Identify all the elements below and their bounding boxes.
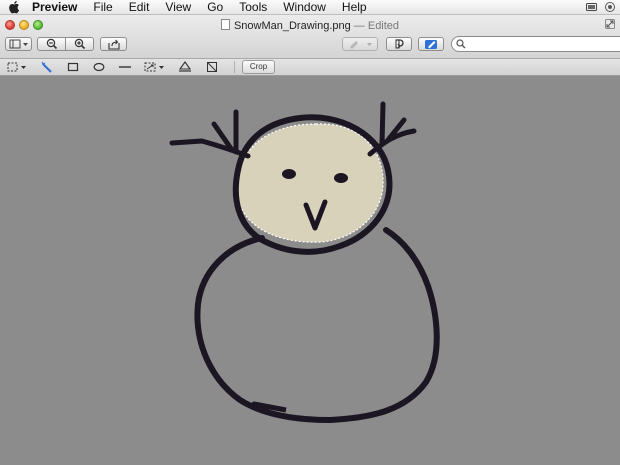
sidebar-view-icon — [9, 39, 28, 49]
document-filename[interactable]: SnowMan_Drawing.png — [234, 20, 351, 32]
markup-toolbar: Crop — [0, 59, 620, 76]
apple-menu-icon[interactable] — [8, 0, 22, 14]
battery-icon[interactable] — [586, 2, 598, 12]
search-field[interactable] — [451, 36, 620, 52]
zoom-in-icon — [74, 38, 85, 50]
menu-bar: Preview File Edit View Go Tools Window H… — [0, 0, 620, 15]
magic-wand-icon — [41, 61, 52, 73]
fullscreen-icon[interactable] — [605, 19, 615, 29]
left-arm — [169, 109, 251, 159]
resize-icon — [144, 62, 164, 72]
search-input[interactable] — [468, 37, 618, 51]
zoom-out-icon — [46, 38, 57, 50]
oval-tool[interactable] — [93, 60, 105, 74]
menu-edit[interactable]: Edit — [129, 0, 150, 14]
document-status: — Edited — [353, 20, 400, 32]
crop-to-fit-tool[interactable] — [206, 60, 218, 74]
markup-toolbox-icon — [425, 40, 437, 49]
right-eye — [334, 173, 348, 183]
rectangle-icon — [67, 62, 79, 72]
rotate-button[interactable] — [386, 37, 412, 51]
menu-tools[interactable]: Tools — [239, 0, 267, 14]
zoom-in-button[interactable] — [65, 37, 94, 51]
line-icon — [119, 66, 131, 68]
zoom-out-button[interactable] — [37, 37, 66, 51]
annotate-button[interactable] — [342, 37, 378, 51]
adjust-color-icon — [178, 61, 192, 72]
menu-extras — [586, 0, 616, 14]
instant-alpha-tool[interactable] — [40, 60, 54, 74]
left-eye — [282, 169, 296, 179]
pencil-icon — [350, 41, 372, 49]
window-toolbar: SnowMan_Drawing.png — Edited — [0, 15, 620, 59]
share-icon — [107, 39, 120, 50]
crop-icon — [207, 62, 217, 72]
adjust-size-tool[interactable] — [143, 60, 167, 74]
oval-icon — [93, 62, 105, 72]
menu-view[interactable]: View — [165, 0, 191, 14]
menu-window[interactable]: Window — [283, 0, 326, 14]
crop-button[interactable]: Crop — [242, 60, 275, 74]
rotate-icon — [395, 39, 404, 49]
document-icon — [220, 19, 230, 30]
rect-selection-icon — [7, 62, 26, 72]
search-icon — [456, 39, 466, 49]
right-arm — [367, 101, 417, 157]
menu-go[interactable]: Go — [207, 0, 223, 14]
toolbar-divider — [234, 61, 235, 73]
menu-preview[interactable]: Preview — [32, 0, 77, 14]
share-button[interactable] — [100, 37, 127, 51]
rectangle-tool[interactable] — [67, 60, 79, 74]
head-selection-fill — [237, 123, 384, 243]
adjust-color-tool[interactable] — [178, 60, 192, 74]
view-menu-button[interactable] — [5, 37, 32, 51]
snowman-drawing[interactable] — [0, 76, 620, 460]
window-title: SnowMan_Drawing.png — Edited — [0, 19, 620, 32]
edit-toolbar-button[interactable] — [418, 37, 444, 51]
selection-tool-menu[interactable] — [6, 60, 28, 74]
image-canvas[interactable] — [0, 76, 620, 460]
menu-file[interactable]: File — [93, 0, 112, 14]
wifi-icon[interactable] — [604, 2, 616, 12]
menu-help[interactable]: Help — [342, 0, 367, 14]
body-outline — [194, 227, 440, 424]
line-tool[interactable] — [118, 60, 132, 74]
